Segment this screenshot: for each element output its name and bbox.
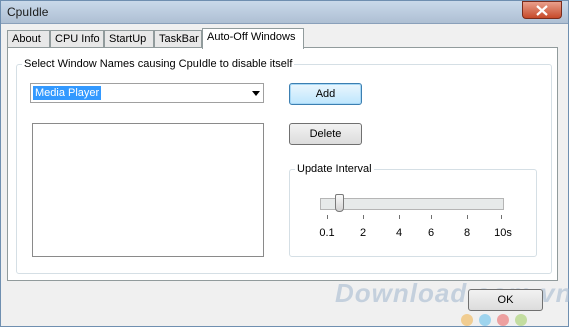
combobox-selected-value: Media Player — [33, 86, 102, 100]
update-interval-group: Update Interval — [289, 163, 537, 257]
slider-tick — [327, 215, 328, 219]
slider-tick-label: 0.1 — [319, 227, 335, 239]
update-interval-legend: Update Interval — [295, 163, 374, 175]
ok-button[interactable]: OK — [468, 289, 543, 311]
tab-auto-off-windows[interactable]: Auto-Off Windows — [202, 28, 304, 49]
slider-tick — [399, 215, 400, 219]
slider-tick — [363, 215, 364, 219]
tab-taskbar[interactable]: TaskBar — [154, 30, 202, 48]
window-name-combobox[interactable]: Media Player — [30, 83, 264, 103]
window-names-list[interactable] — [32, 123, 264, 257]
slider-tick-label: 10s — [494, 227, 512, 239]
slider-tick-label: 8 — [463, 227, 471, 239]
slider-tick — [431, 215, 432, 219]
slider-tick-label: 6 — [427, 227, 435, 239]
slider-tick — [501, 215, 502, 219]
tab-about[interactable]: About — [7, 30, 50, 48]
app-window: CpuIdle About CPU Info StartUp TaskBar A… — [0, 0, 569, 327]
update-interval-slider-track[interactable] — [320, 198, 504, 210]
watermark-dot — [479, 314, 491, 326]
slider-tick-label: 4 — [395, 227, 403, 239]
watermark-dot — [461, 314, 473, 326]
close-button[interactable] — [522, 1, 562, 19]
chevron-down-icon[interactable] — [252, 91, 260, 96]
title-bar[interactable]: CpuIdle — [1, 1, 568, 24]
window-title: CpuIdle — [7, 5, 49, 19]
window-names-group-legend: Select Window Names causing CpuIdle to d… — [22, 58, 295, 70]
tab-cpu-info[interactable]: CPU Info — [50, 30, 104, 48]
add-button[interactable]: Add — [289, 83, 362, 105]
watermark-dot — [497, 314, 509, 326]
slider-tick-label: 2 — [359, 227, 367, 239]
update-interval-slider-thumb[interactable] — [335, 194, 344, 212]
slider-tick — [467, 215, 468, 219]
tab-startup[interactable]: StartUp — [104, 30, 154, 48]
close-icon — [536, 5, 548, 16]
watermark-dot — [515, 314, 527, 326]
delete-button[interactable]: Delete — [289, 123, 362, 145]
